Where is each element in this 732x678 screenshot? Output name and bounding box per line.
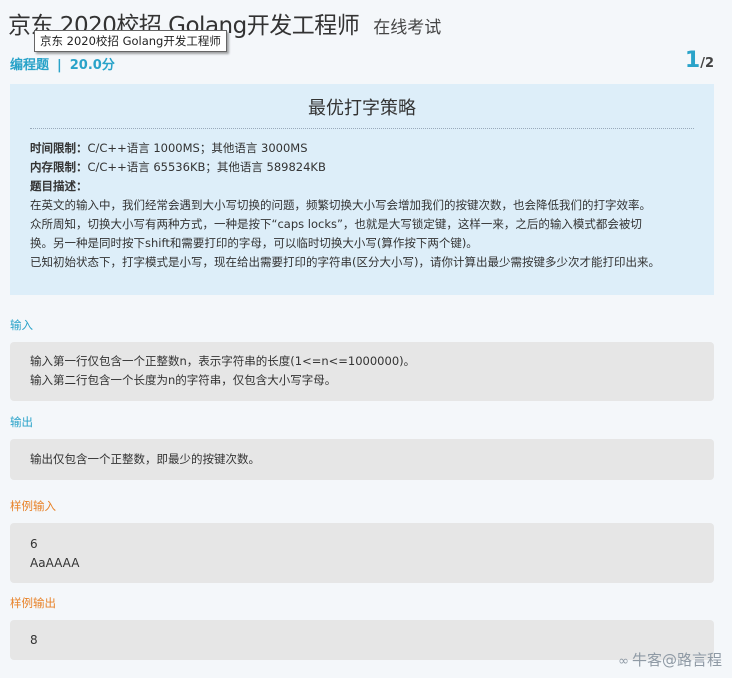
question-meta: 编程题 | 20.0分 (10, 54, 115, 73)
output-box: 输出仅包含一个正整数，即最少的按键次数。 (10, 439, 714, 480)
description-label: 题目描述： (30, 179, 88, 193)
sample-output-line: 8 (30, 633, 38, 647)
title-tooltip: 京东 2020校招 Golang开发工程师 (34, 30, 227, 52)
page-subtitle: 在线考试 (373, 18, 442, 38)
sample-input-label: 样例输入 (10, 499, 56, 513)
memory-limit-label: 内存限制： (30, 160, 88, 174)
description-line: 已知初始状态下，打字模式是小写，现在给出需要打印的字符串(区分大小写)，请你计算… (30, 255, 660, 269)
description-line: 换。另一种是同时按下shift和需要打印的字母，可以临时切换大小写(算作按下两个… (30, 236, 478, 250)
sample-input-box: 6 AaAAAA (10, 523, 714, 583)
meta-separator: | (57, 58, 62, 73)
question-score: 20.0分 (69, 58, 115, 73)
memory-limit-value: C/C++语言 65536KB；其他语言 589824KB (87, 160, 326, 174)
input-box: 输入第一行仅包含一个正整数n，表示字符串的长度(1<=n<=1000000)。 … (10, 342, 714, 401)
output-line: 输出仅包含一个正整数，即最少的按键次数。 (30, 452, 260, 466)
page-current: 1 (684, 48, 701, 73)
watermark: ∞ 牛客@路言程 (618, 649, 722, 670)
time-limit-value: C/C++语言 1000MS；其他语言 3000MS (87, 141, 308, 155)
page-total: /2 (700, 56, 714, 71)
input-line: 输入第二行包含一个长度为n的字符串，仅包含大小写字母。 (30, 373, 337, 387)
memory-limit: 内存限制：C/C++语言 65536KB；其他语言 589824KB (30, 158, 694, 177)
question-type: 编程题 (10, 58, 50, 73)
problem-statement: 最优打字策略 时间限制：C/C++语言 1000MS；其他语言 3000MS 内… (10, 84, 714, 295)
page-counter: 1/2 (685, 48, 714, 73)
input-label: 输入 (10, 318, 33, 332)
wechat-icon: ∞ (618, 654, 629, 669)
time-limit: 时间限制：C/C++语言 1000MS；其他语言 3000MS (30, 139, 694, 158)
problem-body: 时间限制：C/C++语言 1000MS；其他语言 3000MS 内存限制：C/C… (10, 129, 714, 272)
input-line: 输入第一行仅包含一个正整数n，表示字符串的长度(1<=n<=1000000)。 (30, 354, 416, 368)
description-line: 在英文的输入中，我们经常会遇到大小写切换的问题，频繁切换大小写会增加我们的按键次… (30, 198, 651, 212)
watermark-text: 牛客@路言程 (631, 651, 722, 669)
sample-output-label: 样例输出 (10, 596, 56, 610)
sample-input-line: AaAAAA (30, 556, 80, 570)
description-line: 众所周知，切换大小写有两种方式，一种是按下“caps locks”，也就是大写锁… (30, 217, 642, 231)
sample-output-box: 8 (10, 620, 714, 660)
output-label: 输出 (10, 415, 33, 429)
problem-title: 最优打字策略 (308, 98, 416, 119)
time-limit-label: 时间限制： (30, 141, 88, 155)
sample-input-line: 6 (30, 537, 38, 551)
